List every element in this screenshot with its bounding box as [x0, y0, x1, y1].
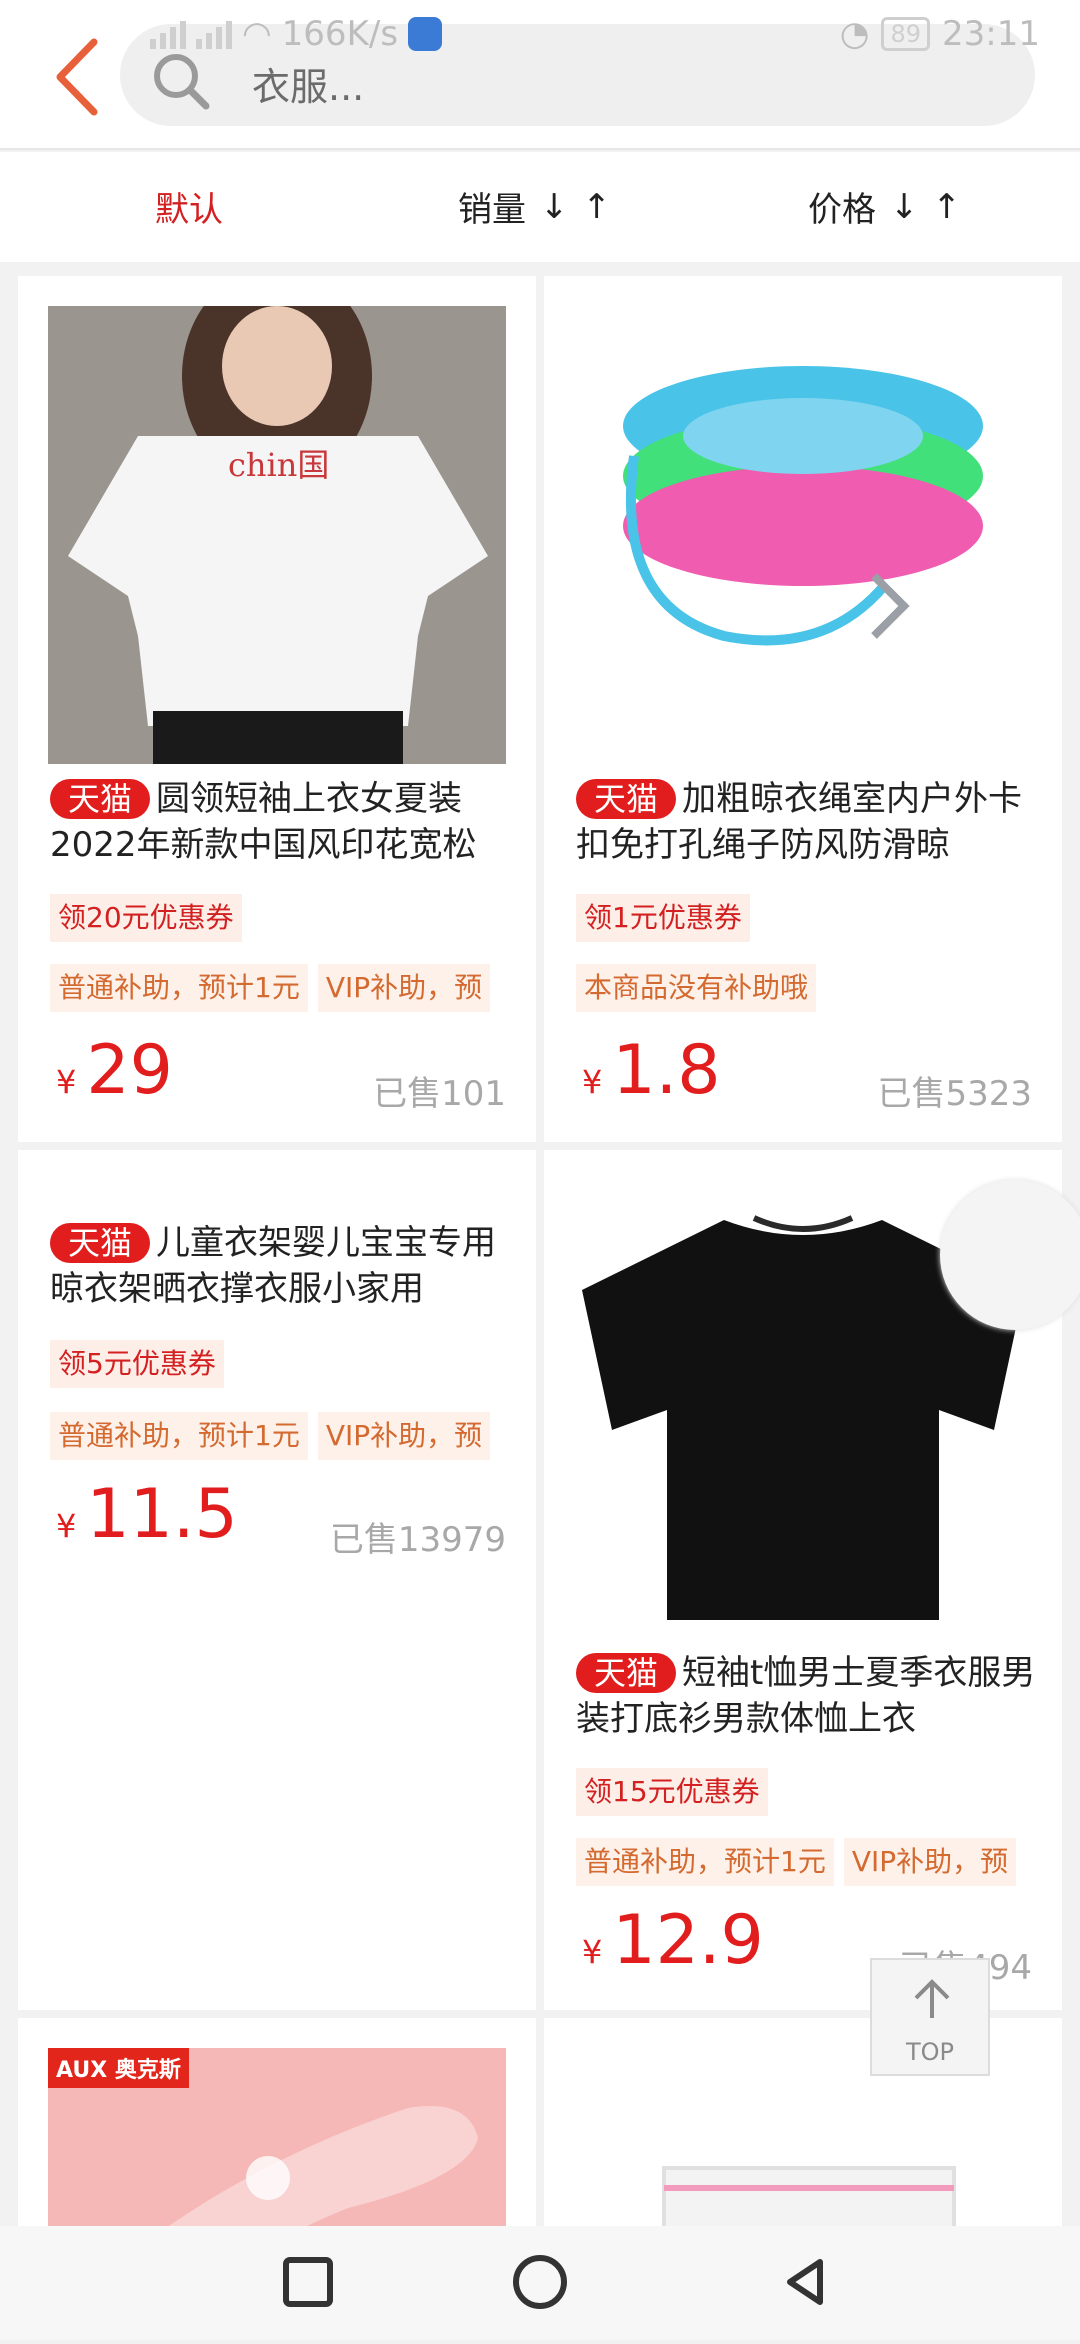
- weather-icon: [408, 17, 443, 51]
- subsidy-tag: VIP补助，预: [843, 1838, 1017, 1886]
- product-price: ¥12.9: [582, 1901, 764, 1980]
- subsidy-tag: VIP补助，预: [317, 1412, 491, 1460]
- top-label: TOP: [905, 2038, 955, 2066]
- arrow-up-icon: [914, 1979, 950, 2018]
- signal-icon-2: [196, 19, 232, 49]
- sort-desc-icon: ↓: [540, 186, 569, 227]
- wifi-icon: ◠: [242, 14, 272, 54]
- sort-default-tab[interactable]: 默认: [155, 182, 223, 231]
- subsidy-tag: 本商品没有补助哦: [576, 964, 817, 1012]
- sold-count: 已售13979: [329, 1520, 506, 1560]
- sort-sales-tab[interactable]: 销量 ↓ ↑: [458, 182, 611, 231]
- subsidy-tags: 本商品没有补助哦: [576, 964, 1036, 1012]
- subsidy-tags: 普通补助，预计1元 VIP补助，预: [50, 964, 510, 1012]
- product-title[interactable]: 天猫 儿童衣架婴儿宝宝专用晾衣架晒衣撑衣服小家用: [50, 1220, 510, 1312]
- coupon-badge[interactable]: 领5元优惠券: [50, 1340, 224, 1388]
- subsidy-tag: VIP补助，预: [317, 964, 491, 1012]
- tmall-badge: 天猫: [576, 779, 677, 819]
- recents-icon[interactable]: [283, 2257, 333, 2307]
- back-nav-icon[interactable]: [787, 2259, 823, 2305]
- subsidy-tag: 普通补助，预计1元: [50, 1412, 308, 1460]
- product-title[interactable]: 天猫 加粗晾衣绳室内户外卡扣免打孔绳子防风防滑晾: [576, 776, 1036, 868]
- sort-asc-icon: ↑: [932, 186, 962, 227]
- home-icon[interactable]: [513, 2255, 567, 2309]
- sort-bar: 默认 销量 ↓ ↑ 价格 ↓ ↑: [0, 152, 1080, 262]
- product-title[interactable]: 天猫 圆领短袖上衣女夏装2022年新款中国风印花宽松: [50, 776, 510, 868]
- product-image: [574, 306, 1032, 764]
- sort-price-label: 价格: [808, 190, 876, 230]
- tmall-badge: 天猫: [50, 1223, 151, 1263]
- coupon-badge[interactable]: 领15元优惠券: [576, 1768, 768, 1816]
- coupon-badge[interactable]: 领20元优惠券: [50, 894, 242, 942]
- signal-icon: [150, 19, 186, 49]
- subsidy-tags: 普通补助，预计1元 VIP补助，预: [50, 1412, 510, 1460]
- shirt-print-text: chin国: [228, 446, 329, 484]
- subsidy-tag: 普通补助，预计1元: [50, 964, 308, 1012]
- sold-count: 已售101: [373, 1074, 506, 1114]
- product-card[interactable]: 天猫 加粗晾衣绳室内户外卡扣免打孔绳子防风防滑晾 领1元优惠券 本商品没有补助哦 …: [544, 276, 1062, 1142]
- product-price: ¥11.5: [56, 1475, 238, 1554]
- product-price: ¥29: [56, 1031, 173, 1110]
- coupon-badge[interactable]: 领1元优惠券: [576, 894, 750, 942]
- system-nav-bar: [0, 2226, 1080, 2340]
- battery-level: 89: [881, 17, 931, 51]
- sort-desc-icon: ↓: [890, 186, 919, 227]
- status-time: 23:11: [942, 14, 1040, 54]
- sort-price-tab[interactable]: 价格 ↓ ↑: [808, 182, 961, 231]
- product-price: ¥1.8: [582, 1031, 721, 1110]
- tmall-badge: 天猫: [50, 779, 151, 819]
- back-to-top-button[interactable]: TOP: [870, 1958, 990, 2076]
- product-image: chin国: [48, 306, 506, 764]
- sold-count: 已售5323: [877, 1074, 1032, 1114]
- product-title[interactable]: 天猫 短袖t恤男士夏季衣服男装打底衫男款体恤上衣: [576, 1650, 1036, 1742]
- sort-asc-icon: ↑: [582, 186, 612, 227]
- floating-assist-button[interactable]: [940, 1180, 1080, 1330]
- alarm-icon: ◔: [839, 14, 870, 54]
- subsidy-tags: 普通补助，预计1元 VIP补助，预: [576, 1838, 1036, 1886]
- sort-default-label: 默认: [155, 190, 223, 230]
- product-card[interactable]: 天猫 儿童衣架婴儿宝宝专用晾衣架晒衣撑衣服小家用 领5元优惠券 普通补助，预计1元…: [18, 1150, 536, 2010]
- sort-sales-label: 销量: [458, 190, 526, 230]
- network-speed: 166K/s: [281, 14, 399, 54]
- subsidy-tag: 普通补助，预计1元: [576, 1838, 834, 1886]
- product-card[interactable]: chin国 天猫 圆领短袖上衣女夏装2022年新款中国风印花宽松 领20元优惠券 …: [18, 276, 536, 1142]
- tmall-badge: 天猫: [576, 1653, 677, 1693]
- status-bar: ◠ 166K/s ◔ 89 23:11: [0, 0, 1080, 76]
